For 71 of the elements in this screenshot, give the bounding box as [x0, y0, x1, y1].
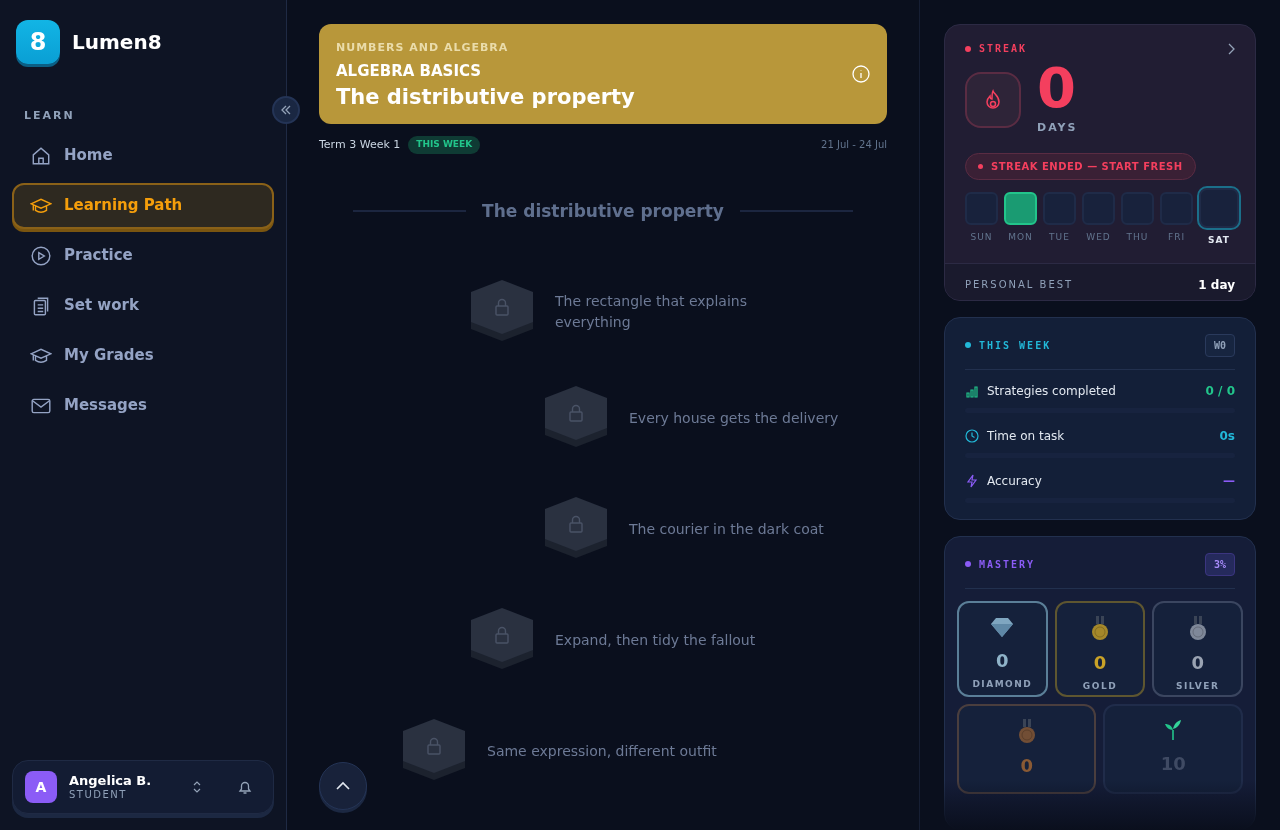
- info-icon[interactable]: [852, 65, 870, 83]
- nav-item[interactable]: Learning Path: [12, 182, 274, 229]
- stat-value: —: [1223, 472, 1235, 490]
- flame-icon: [983, 89, 1003, 111]
- nav-item[interactable]: Set work: [12, 282, 274, 329]
- date-range: 21 Jul - 24 Jul: [821, 138, 887, 153]
- mastery-badge: 3%: [1204, 552, 1235, 576]
- tile-count: 0: [1020, 753, 1033, 778]
- lesson-step-title: The courier in the dark coat: [629, 519, 825, 539]
- nav-item[interactable]: Home: [12, 132, 274, 179]
- sprout-icon: [1163, 717, 1184, 742]
- chevron-up-icon: [335, 781, 351, 791]
- this-week-badge: THIS WEEK: [408, 136, 481, 154]
- stat-value: 0 / 0: [1205, 382, 1235, 400]
- play-icon: [30, 244, 52, 267]
- collapse-button[interactable]: [272, 96, 300, 124]
- tile-label: GOLD: [1082, 679, 1118, 693]
- day-label: FRI: [1167, 230, 1186, 244]
- term-label: Term 3 Week 1: [319, 136, 401, 153]
- nav-item[interactable]: Practice: [12, 232, 274, 279]
- tile-count: 0: [1093, 650, 1107, 675]
- medal-icon: [1091, 614, 1109, 641]
- tile-count: 0: [996, 648, 1009, 673]
- lesson-step-title: Expand, then tidy the fallout: [555, 630, 757, 650]
- day-label: MON: [1008, 230, 1033, 244]
- day-label: SUN: [970, 230, 993, 244]
- day-label: WED: [1086, 230, 1111, 244]
- unit-label: ALGEBRA BASICS: [336, 60, 483, 82]
- card-title: MASTERY: [979, 557, 1036, 572]
- expand-icon[interactable]: [193, 781, 201, 793]
- scroll-up-button[interactable]: [319, 762, 367, 810]
- streak-unit: DAYS: [1037, 120, 1078, 136]
- card-title: THIS WEEK: [979, 338, 1052, 353]
- chevron-right-icon[interactable]: [1227, 42, 1235, 55]
- stat-label: Time on task: [987, 427, 1065, 445]
- streak-notice: STREAK ENDED — START FRESH: [965, 152, 1196, 180]
- section-label: LEARN: [23, 108, 76, 124]
- day-label: TUE: [1049, 230, 1070, 244]
- day-label: SAT: [1208, 233, 1230, 247]
- stat-label: Strategies completed: [987, 382, 1116, 400]
- streak-count: 0: [1037, 60, 1077, 116]
- bar-chart-icon: [965, 383, 979, 398]
- path-heading: The distributive property: [482, 199, 724, 223]
- nav-item[interactable]: Messages: [12, 382, 274, 429]
- user-role: STUDENT: [69, 788, 128, 802]
- brand-name: Lumen8: [72, 29, 162, 56]
- day-label: THU: [1126, 230, 1149, 244]
- logo: 8: [16, 20, 60, 64]
- medal-icon: [1017, 717, 1036, 744]
- lesson-title: The distributive property: [336, 84, 635, 111]
- clock-icon: [965, 428, 979, 443]
- lightning-icon: [965, 473, 979, 488]
- best-value: 1 day: [1198, 276, 1235, 294]
- user-name: Angelica B.: [69, 772, 152, 789]
- bell-icon[interactable]: [237, 779, 253, 795]
- tile-label: SILVER: [1175, 679, 1220, 693]
- nav-item[interactable]: My Grades: [12, 332, 274, 379]
- lesson-step-title: Every house gets the delivery: [629, 408, 840, 428]
- week-badge: W0: [1204, 333, 1235, 357]
- stat-value: 0s: [1219, 427, 1235, 445]
- tile-label: DIAMOND: [972, 677, 1033, 691]
- lesson-step-title: The rectangle that explains everything: [555, 292, 748, 332]
- lesson-step-title: Same expression, different outfit: [487, 741, 718, 761]
- best-label: PERSONAL BEST: [965, 278, 1074, 292]
- stat-label: Accuracy: [987, 472, 1042, 490]
- medal-icon: [1188, 614, 1207, 641]
- card-title: STREAK: [979, 42, 1028, 56]
- subject-label: NUMBERS AND ALGEBRA: [336, 40, 510, 56]
- double-chevron-left-icon: [280, 104, 292, 116]
- tile-count: 0: [1191, 650, 1204, 675]
- avatar: A: [25, 771, 57, 803]
